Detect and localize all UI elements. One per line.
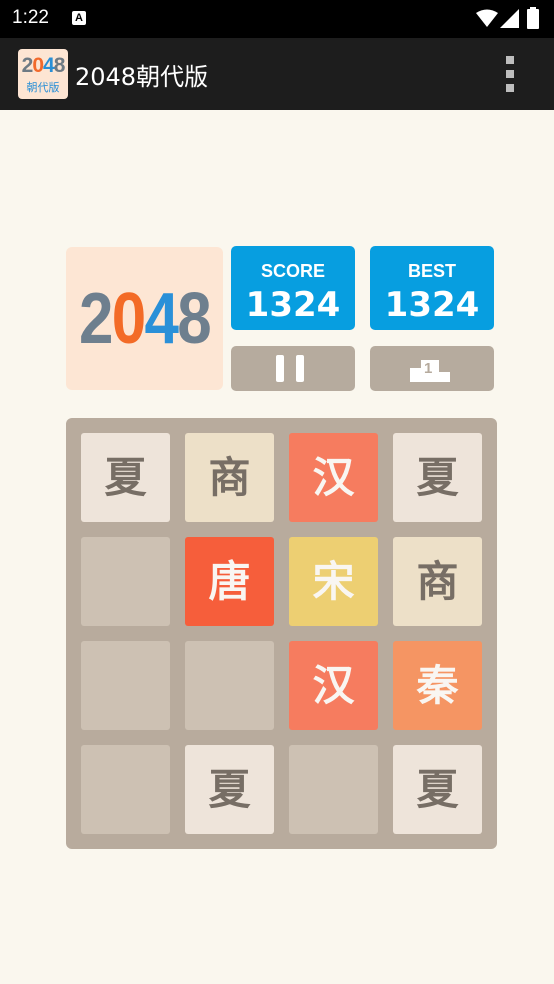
app-icon-digit: 8 [53,54,66,77]
app-logo-icon: 2048 朝代版 [18,49,68,99]
board-tile: 夏 [185,745,274,834]
best-label: BEST [407,261,456,281]
best-box: BEST 1324 [370,246,494,330]
board-tile: 商 [185,433,274,522]
app-icon-digit: 4 [43,54,55,77]
wifi-icon [476,9,498,27]
logo-digit: 8 [177,279,211,359]
app-title: 2048朝代版 [75,63,209,91]
app-icon-digit: 2 [21,54,34,77]
game-logo: 2048 [66,247,223,390]
leaderboard-button[interactable]: 1 [370,346,494,391]
score-value: 1324 [245,285,341,325]
status-bar: 1:22 A [0,0,554,38]
signal-icon [500,9,519,28]
app-icon-subtitle: 朝代版 [26,81,60,94]
app-icon-digit: 0 [32,54,44,77]
logo-digit: 2 [79,279,113,359]
board-tile: 夏 [393,433,482,522]
battery-icon [527,7,539,29]
logo-digit: 4 [144,279,179,359]
notification-a-icon: A [72,11,86,25]
empty-cell [81,537,170,626]
empty-cell [81,745,170,834]
overflow-menu-icon[interactable] [502,56,518,92]
podium-number: 1 [424,360,433,377]
board-tile: 汉 [289,433,378,522]
board-tile: 唐 [185,537,274,626]
pause-button[interactable] [231,346,355,391]
board-tile: 夏 [393,745,482,834]
score-label: SCORE [260,261,325,281]
empty-cell [81,641,170,730]
status-time: 1:22 [12,7,49,28]
empty-cell [289,745,378,834]
board-tile: 汉 [289,641,378,730]
score-box: SCORE 1324 [231,246,355,330]
app-bar: 2048 朝代版 2048朝代版 [0,38,554,110]
empty-cell [185,641,274,730]
best-value: 1324 [384,285,480,325]
board-tile: 秦 [393,641,482,730]
board-tile: 宋 [289,537,378,626]
board-tile: 商 [393,537,482,626]
board-tile: 夏 [81,433,170,522]
logo-digit: 0 [111,279,146,359]
game-board[interactable]: 夏商汉夏唐宋商汉秦夏夏 [66,418,497,849]
